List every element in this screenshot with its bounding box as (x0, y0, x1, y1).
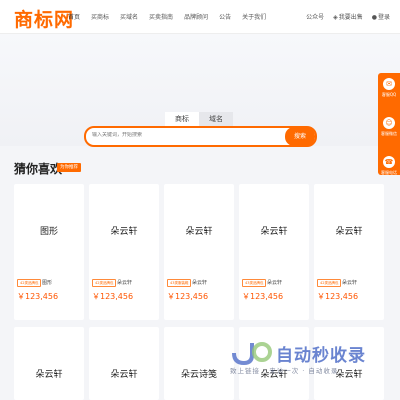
card-price: ￥123,456 (167, 292, 209, 301)
card-name: 朵云轩 (110, 227, 138, 237)
contact-sidebar: ✉ 客服QQ ☺ 客服微信 ☎ 客服电话 (378, 73, 400, 175)
search-tabs: 商标 域名 (165, 112, 233, 126)
sidebar-item-label: 客服微信 (381, 131, 397, 136)
card-price: ￥123,456 (17, 292, 59, 301)
product-card[interactable]: 朵云轩 (89, 327, 159, 400)
card-category-badge: 42类品牌包 (92, 279, 117, 287)
login-link[interactable]: ●登录 (372, 12, 390, 21)
tag-icon: ◈ (333, 14, 338, 21)
card-price: ￥123,456 (92, 292, 134, 301)
card-name: 朵云轩 (110, 370, 138, 380)
sidebar-item-qq[interactable]: ✉ 客服QQ (378, 78, 400, 112)
search-input[interactable] (92, 132, 282, 138)
user-icon: ● (371, 14, 377, 21)
card-category-badge: 43类品牌包 (242, 279, 267, 287)
card-subtitle: 朵云轩 (117, 280, 133, 286)
card-subtitle: 朵云轩 (342, 280, 358, 286)
nav-announcement[interactable]: 公告 (219, 12, 231, 21)
search-box: 搜索 (84, 126, 317, 147)
card-name: 图形 (39, 227, 58, 237)
main-nav: 首页 买商标 买域名 买卖指南 品牌顾问 公告 关于我们 (68, 12, 277, 21)
watermark-slogan: 致上链接 · 来访一次 · 自动收录 (230, 367, 339, 375)
product-card[interactable]: 朵云诗笺 (164, 327, 234, 400)
card-category-badge: 42类品牌包 (17, 279, 42, 287)
product-card[interactable]: 图形 42类品牌包 图形 ￥123,456 (14, 184, 84, 320)
sidebar-item-label: 客服QQ (381, 92, 397, 97)
nav-buy-domain[interactable]: 买域名 (120, 12, 138, 21)
product-card[interactable]: 朵云轩 43类品牌包 朵云轩 ￥123,456 (239, 184, 309, 320)
wechat-icon: ☺ (383, 117, 395, 129)
nav-guide[interactable]: 买卖指南 (149, 12, 173, 21)
card-subtitle: 朵云轩 (192, 280, 208, 286)
card-price: ￥123,456 (317, 292, 359, 301)
card-subtitle: 图形 (42, 280, 53, 286)
watermark-logo-icon (232, 342, 272, 365)
top-bar: 商标网 首页 买商标 买域名 买卖指南 品牌顾问 公告 关于我们 公众号 ◈我要… (0, 0, 400, 34)
tab-trademark[interactable]: 商标 (165, 112, 199, 126)
nav-buy-trademark[interactable]: 买商标 (91, 12, 109, 21)
public-account-label: 公众号 (306, 14, 325, 21)
card-category-badge: 43类服装鞋 (167, 279, 192, 287)
product-card[interactable]: 朵云轩 43类服装鞋 朵云轩 ￥123,456 (164, 184, 234, 320)
search-button[interactable]: 搜索 (285, 127, 315, 146)
watermark-brand: 自动秒收录 (276, 346, 366, 366)
nav-about[interactable]: 关于我们 (242, 12, 266, 21)
section-title: 猜你喜欢 (14, 162, 63, 176)
header-right-links: 公众号 ◈我要出售 ●登录 (306, 12, 390, 21)
card-name: 朵云轩 (185, 227, 213, 237)
card-name: 朵云轩 (335, 227, 363, 237)
sidebar-item-phone[interactable]: ☎ 客服电话 (378, 156, 400, 190)
site-logo[interactable]: 商标网 (14, 5, 74, 32)
sidebar-item-wechat[interactable]: ☺ 客服微信 (378, 117, 400, 151)
card-name: 朵云轩 (35, 370, 63, 380)
card-category-badge: 42类品牌包 (317, 279, 342, 287)
product-card[interactable]: 朵云轩 42类品牌包 朵云轩 ￥123,456 (314, 184, 384, 320)
tab-domain[interactable]: 域名 (199, 112, 233, 126)
sell-label: 我要出售 (338, 14, 363, 21)
card-price: ￥123,456 (242, 292, 284, 301)
sell-link[interactable]: ◈我要出售 (333, 12, 363, 21)
public-account-link[interactable]: 公众号 (306, 12, 324, 21)
login-label: 登录 (377, 14, 390, 21)
nav-brand-advisor[interactable]: 品牌顾问 (184, 12, 208, 21)
qq-icon: ✉ (383, 78, 395, 90)
watermark: 自动秒收录 致上链接 · 来访一次 · 自动收录 (230, 337, 400, 382)
product-card[interactable]: 朵云轩 42类品牌包 朵云轩 ￥123,456 (89, 184, 159, 320)
nav-home[interactable]: 首页 (68, 12, 80, 21)
card-name: 朵云诗笺 (180, 370, 217, 380)
card-name: 朵云轩 (260, 227, 288, 237)
section-tag: 为你推荐 (57, 163, 81, 172)
phone-icon: ☎ (383, 156, 395, 168)
sidebar-item-label: 客服电话 (381, 170, 397, 175)
card-subtitle: 朵云轩 (267, 280, 283, 286)
product-card[interactable]: 朵云轩 (14, 327, 84, 400)
